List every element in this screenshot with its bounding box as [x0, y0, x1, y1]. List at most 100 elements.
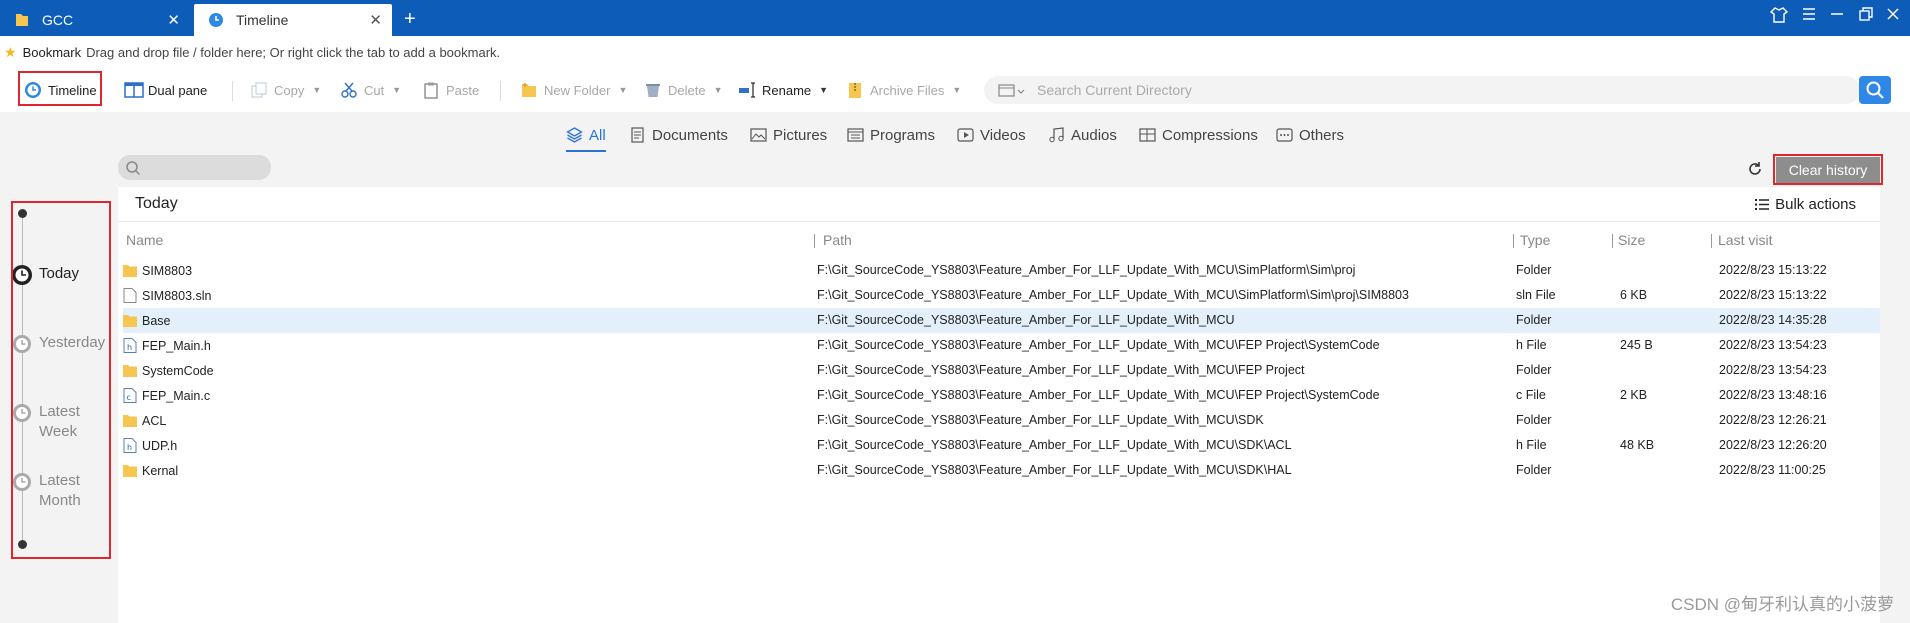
archive-icon [846, 81, 864, 99]
skin-icon[interactable] [1769, 6, 1789, 29]
copy-label: Copy [274, 82, 305, 98]
cut-label: Cut [364, 82, 385, 98]
category-programs[interactable]: Programs [847, 122, 935, 148]
category-label: Others [1299, 126, 1345, 144]
more-icon [1276, 128, 1293, 142]
chevron-down-icon[interactable]: ▼ [312, 85, 321, 95]
restore-icon[interactable] [1858, 6, 1874, 27]
refresh-icon[interactable] [1747, 161, 1763, 180]
scissors-icon [340, 81, 358, 99]
column-header-type[interactable]: Type [1520, 232, 1550, 248]
minimize-icon[interactable] [1829, 6, 1845, 27]
search-button[interactable] [1859, 76, 1891, 104]
new-folder-button[interactable]: New Folder ▼ [520, 76, 627, 104]
c-file-icon: c [123, 388, 137, 403]
chevron-down-icon[interactable]: ▼ [392, 85, 401, 95]
search-placeholder: Search Current Directory [1037, 82, 1192, 98]
watermark: CSDN @甸牙利认真的小菠萝 [1670, 595, 1894, 614]
dual-pane-icon [124, 81, 144, 99]
column-header-last-visit[interactable]: Last visit [1718, 232, 1772, 248]
close-icon[interactable]: ✕ [167, 13, 180, 28]
search-icon [126, 161, 141, 176]
column-divider[interactable] [1513, 234, 1514, 248]
table-row[interactable]: h FEP_Main.h F:\Git_SourceCode_YS8803\Fea… [123, 333, 1880, 358]
copy-icon [250, 81, 268, 99]
chevron-down-icon[interactable]: ▼ [819, 85, 828, 95]
row-last-visit: 2022/8/23 14:35:28 [1719, 313, 1827, 327]
column-divider[interactable] [1612, 234, 1613, 248]
archive-files-button[interactable]: Archive Files ▼ [846, 76, 961, 104]
table-row[interactable]: SIM8803 F:\Git_SourceCode_YS8803\Feature… [123, 258, 1880, 283]
bulk-actions-button[interactable]: Bulk actions [1755, 196, 1856, 213]
row-last-visit: 2022/8/23 13:54:23 [1719, 363, 1827, 377]
h-file-icon: h [123, 338, 137, 353]
table-row[interactable]: Base F:\Git_SourceCode_YS8803\Feature_Am… [123, 308, 1880, 333]
row-name: SIM8803 [142, 263, 193, 278]
rename-button[interactable]: Rename ▼ [738, 76, 828, 104]
folder-icon [123, 313, 137, 328]
category-compressions[interactable]: Compressions [1139, 122, 1258, 148]
folder-icon [123, 413, 137, 428]
chevron-down-icon[interactable]: ▼ [618, 85, 627, 95]
column-divider[interactable] [1711, 234, 1712, 248]
paste-button[interactable]: Paste [422, 76, 479, 104]
history-filter-input[interactable] [118, 155, 271, 180]
bookmark-hint: Drag and drop file / folder here; Or rig… [86, 44, 501, 60]
row-type: Folder [1516, 463, 1552, 477]
archive-icon [1139, 128, 1156, 142]
close-window-icon[interactable] [1885, 6, 1901, 27]
table-row[interactable]: h UDP.h F:\Git_SourceCode_YS8803\Feature_… [123, 433, 1880, 458]
tab-label: Timeline [236, 12, 289, 28]
new-tab-button[interactable]: + [404, 7, 416, 31]
copy-button[interactable]: Copy ▼ [250, 76, 321, 104]
category-label: Audios [1071, 126, 1117, 144]
list-icon [1755, 199, 1770, 210]
column-header-size[interactable]: Size [1618, 232, 1645, 248]
tab-gcc[interactable]: GCC ✕ [0, 4, 190, 36]
column-divider[interactable] [814, 234, 815, 248]
chevron-down-icon[interactable]: ▼ [952, 85, 961, 95]
panel-header: Today Bulk actions [118, 187, 1880, 222]
trash-icon [644, 81, 662, 99]
column-header-path[interactable]: Path [823, 232, 852, 248]
column-header-name[interactable]: Name [126, 232, 163, 248]
table-row[interactable]: SIM8803.sln F:\Git_SourceCode_YS8803\Fea… [123, 283, 1880, 308]
category-audios[interactable]: Audios [1048, 122, 1117, 148]
category-all[interactable]: All [566, 122, 606, 152]
table-row[interactable]: ACL F:\Git_SourceCode_YS8803\Feature_Amb… [123, 408, 1880, 433]
annotation-box [1773, 154, 1883, 185]
file-icon [123, 288, 137, 303]
search-icon [1866, 81, 1884, 99]
picture-icon [750, 128, 767, 142]
row-type: sln File [1516, 288, 1556, 302]
history-panel: Today Bulk actions Name Path Type Size L… [118, 187, 1880, 623]
table-row[interactable]: c FEP_Main.c F:\Git_SourceCode_YS8803\Fea… [123, 383, 1880, 408]
row-type: Folder [1516, 363, 1552, 377]
row-name: Base [142, 313, 171, 328]
row-last-visit: 2022/8/23 13:54:23 [1719, 338, 1827, 352]
table-row[interactable]: SystemCode F:\Git_SourceCode_YS8803\Feat… [123, 358, 1880, 383]
close-icon[interactable]: ✕ [369, 13, 382, 28]
cut-button[interactable]: Cut ▼ [340, 76, 401, 104]
menu-icon[interactable] [1801, 6, 1817, 27]
category-pictures[interactable]: Pictures [750, 122, 827, 148]
tab-timeline[interactable]: Timeline ✕ [194, 4, 392, 36]
category-others[interactable]: Others [1276, 122, 1344, 148]
row-path: F:\Git_SourceCode_YS8803\Feature_Amber_F… [817, 313, 1235, 327]
row-last-visit: 2022/8/23 11:00:25 [1719, 463, 1826, 477]
dual-pane-label: Dual pane [148, 82, 208, 98]
tab-bar: GCC ✕ Timeline ✕ + [0, 0, 1910, 36]
chevron-down-icon[interactable]: ▼ [714, 85, 723, 95]
bookmark-label: Bookmark [22, 44, 82, 60]
category-documents[interactable]: Documents [629, 122, 728, 148]
category-label: Pictures [773, 126, 828, 144]
search-input[interactable]: Search Current Directory [984, 76, 1860, 104]
filter-format-icon[interactable] [998, 82, 1026, 101]
row-size: 48 KB [1620, 438, 1655, 452]
delete-button[interactable]: Delete ▼ [644, 76, 723, 104]
table-row[interactable]: Kernal F:\Git_SourceCode_YS8803\Feature_… [123, 458, 1880, 483]
section-title: Today [135, 195, 178, 212]
dual-pane-button[interactable]: Dual pane [124, 76, 207, 104]
delete-label: Delete [668, 82, 706, 98]
category-videos[interactable]: Videos [957, 122, 1026, 148]
